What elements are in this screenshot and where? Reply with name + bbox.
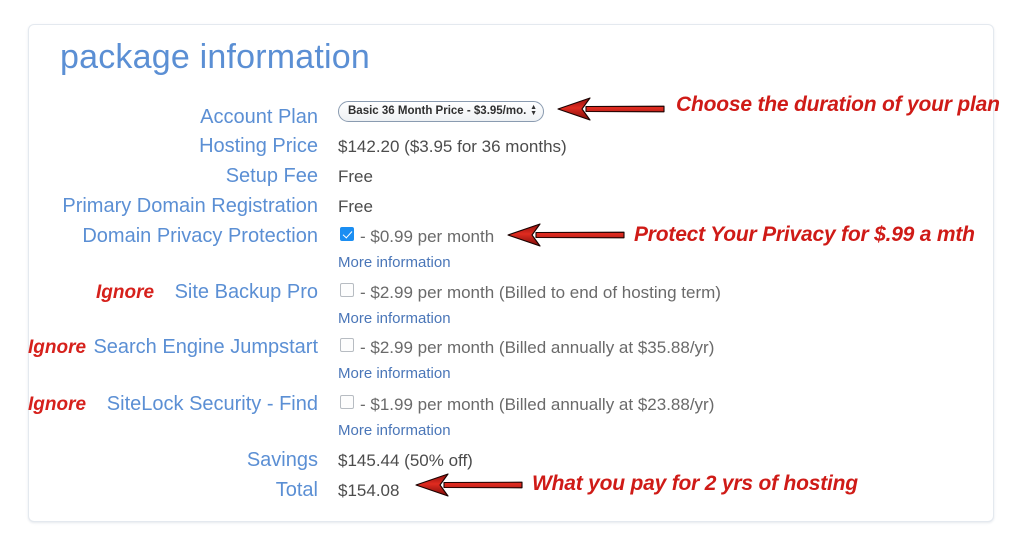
- updown-stepper-icon[interactable]: ▲ ▼: [530, 102, 537, 117]
- left-arrow-icon: [415, 473, 523, 497]
- ignore-annotation-site-backup-pro: Ignore: [96, 282, 155, 303]
- checkbox-sitelock-security[interactable]: [340, 395, 354, 409]
- checkbox-domain-privacy-protection[interactable]: [340, 227, 354, 241]
- more-information-link-sitelock-security[interactable]: More information: [338, 421, 451, 440]
- label-search-engine-jumpstart: Search Engine Jumpstart: [93, 336, 318, 358]
- left-arrow-icon: [557, 97, 665, 121]
- label-sitelock-security: SiteLock Security - Find: [106, 393, 318, 415]
- value-search-engine-jumpstart: - $2.99 per month (Billed annually at $3…: [360, 338, 715, 357]
- value-domain-privacy-protection: - $0.99 per month: [360, 227, 495, 246]
- more-information-link-domain-privacy-protection[interactable]: More information: [338, 253, 451, 272]
- value-hosting-price: $142.20 ($3.95 for 36 months): [338, 137, 567, 156]
- ignore-annotation-sitelock-security: Ignore: [28, 394, 87, 415]
- annotation-total-cost: What you pay for 2 yrs of hosting: [532, 472, 858, 495]
- more-information-link-search-engine-jumpstart[interactable]: More information: [338, 364, 451, 383]
- label-hosting-price: Hosting Price: [199, 135, 318, 157]
- value-total: $154.08: [338, 481, 400, 500]
- label-site-backup-pro: Site Backup Pro: [174, 281, 318, 303]
- label-account-plan: Account Plan: [200, 106, 318, 128]
- account-plan-select[interactable]: Basic 36 Month Price - $3.95/mo. ▲ ▼: [338, 101, 544, 122]
- label-setup-fee: Setup Fee: [225, 165, 318, 187]
- value-primary-domain-registration: Free: [338, 197, 373, 216]
- checkbox-site-backup-pro[interactable]: [340, 283, 354, 297]
- label-total: Total: [275, 479, 318, 501]
- ignore-annotation-search-engine-jumpstart: Ignore: [28, 337, 87, 358]
- annotation-plan-duration: Choose the duration of your plan: [676, 93, 1000, 116]
- value-savings: $145.44 (50% off): [338, 451, 473, 470]
- label-domain-privacy-protection: Domain Privacy Protection: [82, 225, 318, 247]
- checkbox-search-engine-jumpstart[interactable]: [340, 338, 354, 352]
- value-setup-fee: Free: [338, 167, 373, 186]
- left-arrow-icon: [507, 223, 625, 247]
- annotation-privacy-protection: Protect Your Privacy for $.99 a mth: [634, 223, 975, 246]
- page-title: package information: [60, 38, 370, 76]
- label-primary-domain-registration: Primary Domain Registration: [62, 195, 318, 217]
- more-information-link-site-backup-pro[interactable]: More information: [338, 309, 451, 328]
- value-site-backup-pro: - $2.99 per month (Billed to end of host…: [360, 283, 721, 302]
- value-sitelock-security: - $1.99 per month (Billed annually at $2…: [360, 395, 715, 414]
- label-savings: Savings: [246, 449, 318, 471]
- account-plan-selected-value: Basic 36 Month Price - $3.95/mo.: [348, 105, 527, 117]
